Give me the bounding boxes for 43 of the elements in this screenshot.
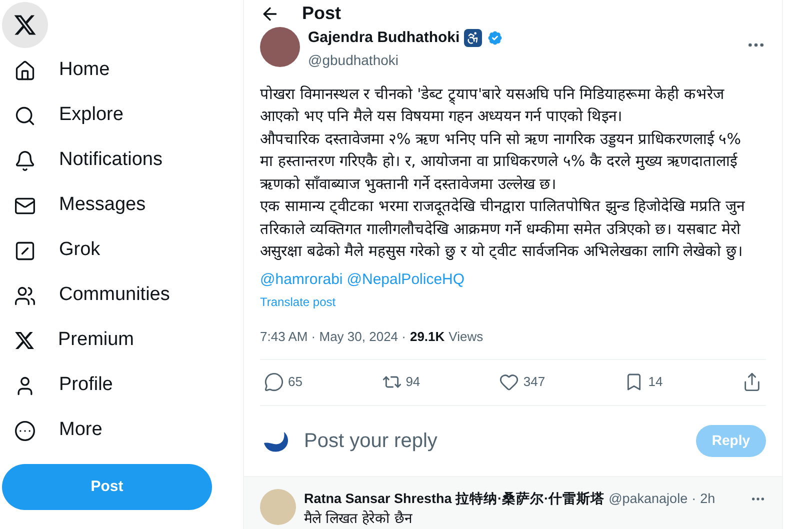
nav-item[interactable]: Grok [2,228,243,273]
nav-item[interactable]: Premium [2,318,243,363]
repost-action[interactable]: 94 [382,372,420,392]
people-icon [14,284,36,306]
accessibility-icon [464,29,482,48]
nav-item[interactable]: Home [2,48,243,93]
author-handle[interactable]: @gbudhathoki [308,50,738,70]
post-text: एक सामान्य ट्वीटका भरमा राजदूतदेखि चीनद्वारा पालितपोषित झुन्ड हिजोदेखि मप्रति जुन तरिकाले व्यक्तिगत गालीगलौचदेखि आक्रमण गर्ने धम्कीमा समेत उत्रिएको छ। यसबाट मेरो असुरक्षा बढेको मैले महसुस गरेको छु र यो ट्वीट सार्वजनिक अभिलेखका लागि लेखेको छु। [260,196,746,262]
nav-item[interactable]: Messages [2,183,243,228]
nav-item[interactable]: Communities [2,273,243,318]
x-logo-button[interactable] [2,2,48,48]
author-handle[interactable]: @pakanajole [608,488,688,509]
post-text: पोखरा विमानस्थल र चीनको 'डेब्ट ट्र्याप'बारे यसअघि पनि मिडियाहरूमा केही कभरेज आएको भए पनि मैले यस विषयमा गहन अध्ययन गर्न पाएको थिइन। [260,84,726,127]
post-text: औपचारिक दस्तावेजमा २% ऋण भनिए पनि सो ऋण नागरिक उड्डयन प्राधिकरणलाई ५% मा हस्तान्तरण गरिएकै हो। र, आयोजना वा प्राधिकरणले ५% कै दरले मुख्य ऋणदातालाई ऋणको साँवाब्याज भुक्तानी गर्ने दस्तावेजमा उल्लेख छ। [260,128,742,195]
nav-item[interactable]: Notifications [2,138,243,183]
reply-text: मैले लिखत हेरेको छैन [304,510,414,529]
page-title: Post [302,2,342,25]
slash-square-icon [14,240,36,262]
views-count: 29.1K [410,328,445,346]
views-label: Views [448,328,484,346]
x-logo-icon [13,13,37,37]
speech-bubble-icon [264,372,284,392]
x-logo-icon [14,330,35,351]
reply-action[interactable]: 65 [264,372,302,392]
author-name[interactable]: Ratna Sansar Shrestha 拉特纳·桑萨尔·什雷斯塔 [304,488,605,509]
heart-icon [499,372,520,392]
nav-item[interactable]: Profile [2,363,243,408]
nav-item[interactable]: More [2,408,243,453]
bell-icon [14,150,36,172]
share-icon [742,372,762,392]
avatar [260,27,300,67]
reply-time[interactable]: 2h [700,488,716,509]
home-icon [14,60,36,82]
share-action[interactable] [742,372,762,392]
like-action[interactable]: 347 [499,372,546,392]
post-timestamp[interactable]: 7:43 AM · May 30, 2024 · [260,327,406,346]
separator-dot: · [692,490,696,508]
search-icon [14,104,36,126]
nav-item[interactable]: Explore [2,93,243,138]
author-name[interactable]: Gajendra Budhathoki [308,27,460,50]
avatar [260,488,296,524]
bookmark-action[interactable]: 14 [624,372,663,392]
more-icon [14,420,36,442]
